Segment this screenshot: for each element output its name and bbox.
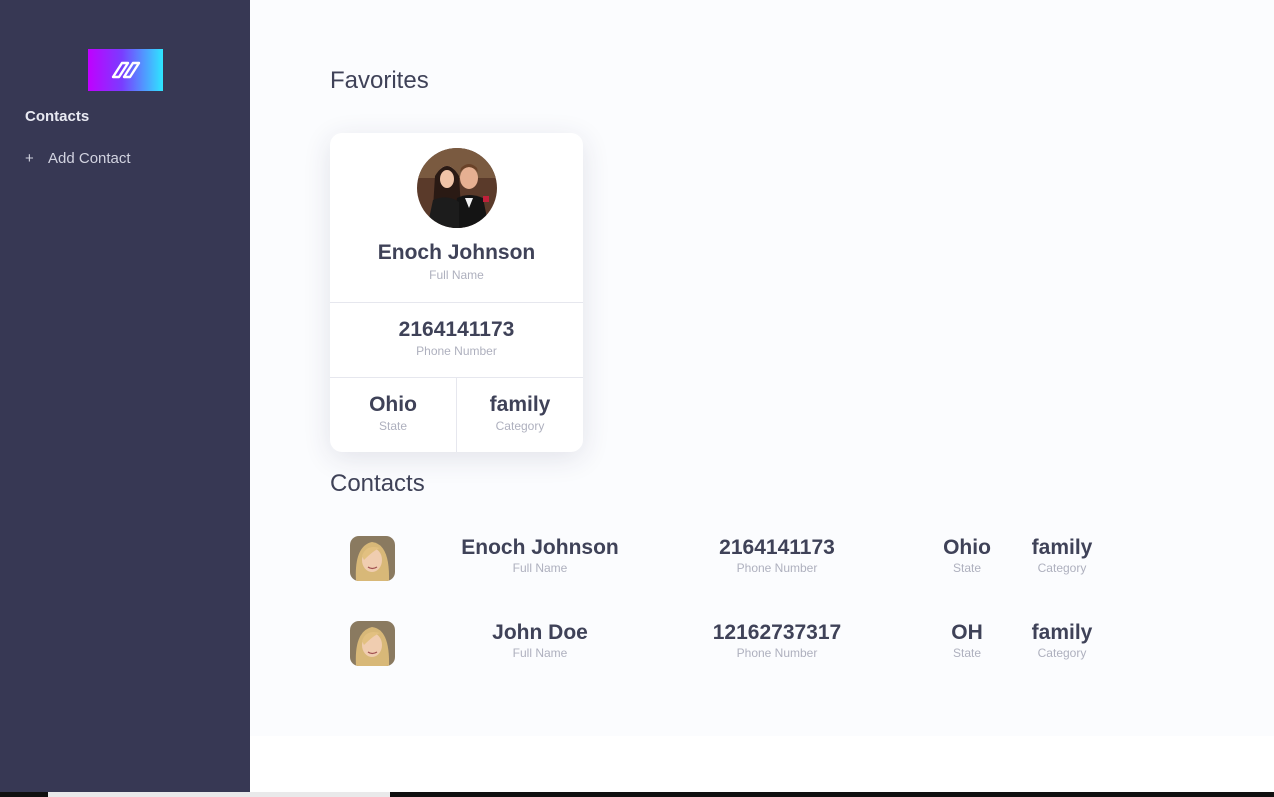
state-label: State [378, 419, 408, 433]
contacts-title: Contacts [330, 470, 425, 497]
contact-state: Ohio [943, 536, 991, 559]
phone-number-label: Phone Number [736, 561, 818, 575]
state-label: State [952, 646, 982, 660]
full-name-label: Full Name [512, 561, 568, 575]
phone-number-label: Phone Number [416, 344, 497, 358]
woman-photo-avatar [350, 536, 395, 581]
contact-phone-number: 12162737317 [712, 621, 842, 644]
woman-photo-avatar [350, 621, 395, 666]
brand-logo-icon[interactable] [88, 49, 163, 91]
contact-full-name: Enoch Johnson [461, 536, 619, 559]
add-contact-label: Add Contact [48, 150, 131, 167]
favorites-title: Favorites [330, 67, 429, 94]
favorite-category: family [489, 393, 551, 416]
category-label: Category [495, 419, 545, 433]
favorite-phone-number: 2164141173 [398, 318, 515, 341]
full-name-label: Full Name [512, 646, 568, 660]
contact-category: family [1031, 621, 1093, 644]
contact-state: OH [951, 621, 983, 644]
taskbar-segment [48, 792, 390, 797]
favorite-state: Ohio [369, 393, 417, 416]
favorite-contact-card[interactable]: Enoch Johnson Full Name 2164141173 Phone… [330, 133, 583, 452]
category-label: Category [1037, 646, 1087, 660]
favorite-full-name: Enoch Johnson [377, 241, 536, 264]
taskbar-strip [0, 792, 1274, 797]
couple-photo-avatar [417, 148, 497, 228]
contact-phone-number: 2164141173 [719, 536, 835, 559]
full-name-label: Full Name [429, 268, 484, 282]
state-label: State [952, 561, 982, 575]
sidebar: Contacts + Add Contact [0, 0, 250, 797]
contact-row[interactable]: John Doe Full Name 12162737317 Phone Num… [330, 621, 1130, 671]
category-label: Category [1037, 561, 1087, 575]
contact-full-name: John Doe [492, 621, 588, 644]
contact-category: family [1031, 536, 1093, 559]
phone-number-label: Phone Number [736, 646, 818, 660]
contact-row[interactable]: Enoch Johnson Full Name 2164141173 Phone… [330, 536, 1130, 586]
add-contact-link[interactable]: + Add Contact [25, 150, 131, 167]
sidebar-item-contacts[interactable]: Contacts [25, 108, 89, 125]
plus-icon: + [25, 150, 34, 167]
